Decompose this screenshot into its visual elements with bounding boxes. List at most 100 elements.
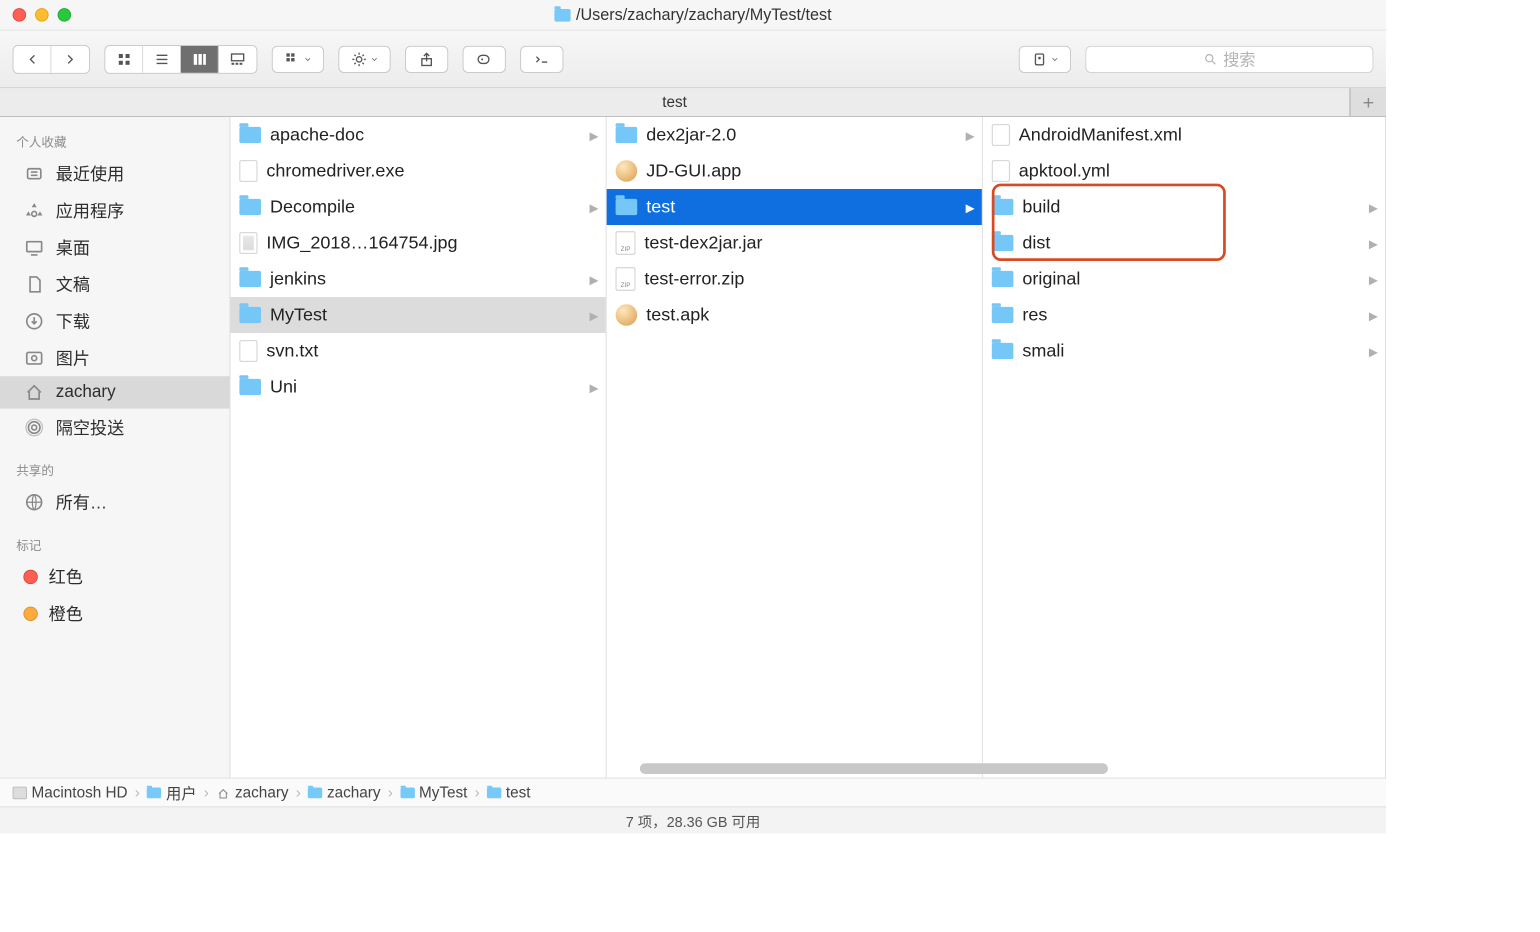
column-1[interactable]: apache-doc▸chromedriver.exeDecompile▸IMG…: [230, 117, 606, 778]
icon-view-button[interactable]: [105, 45, 143, 72]
file-row[interactable]: test.apk: [607, 297, 982, 333]
file-row[interactable]: build▸: [983, 189, 1385, 225]
sidebar-tags-header: 标记: [0, 529, 230, 558]
column-3[interactable]: AndroidManifest.xml apktool.yml build▸dist…: [983, 117, 1386, 778]
forward-button[interactable]: [51, 45, 89, 72]
sidebar-tag-red[interactable]: 红色: [0, 558, 230, 595]
file-name: jenkins: [270, 269, 326, 290]
chevron-right-icon: ▸: [589, 124, 598, 147]
file-name: AndroidManifest.xml: [1019, 125, 1182, 146]
hd-icon: [13, 786, 27, 799]
home-icon: [23, 383, 45, 401]
file-row[interactable]: MyTest▸: [230, 297, 605, 333]
action-button[interactable]: [338, 45, 390, 72]
path-segment[interactable]: zachary: [216, 783, 288, 801]
tab-test[interactable]: test: [0, 88, 1350, 116]
path-bar: Macintosh HD›用户›zachary›zachary›MyTest›t…: [0, 778, 1386, 807]
file-row[interactable]: dex2jar-2.0 ▸: [607, 117, 982, 153]
file-row[interactable]: JD-GUI.app: [607, 153, 982, 189]
window-title: /Users/zachary/zachary/MyTest/test: [0, 5, 1386, 24]
archive-icon: [616, 267, 636, 290]
file-row[interactable]: Uni▸: [230, 369, 605, 405]
sidebar-item-network[interactable]: 所有…: [0, 483, 230, 520]
folder-icon: [239, 271, 261, 287]
chevron-right-icon: ▸: [589, 304, 598, 327]
window-folder-icon: [554, 9, 570, 22]
list-view-button[interactable]: [143, 45, 181, 72]
file-row[interactable]: apktool.yml: [983, 153, 1385, 189]
gallery-view-button[interactable]: [219, 45, 257, 72]
file-name: test-dex2jar.jar: [644, 233, 762, 254]
file-name: res: [1022, 305, 1047, 326]
file-row[interactable]: original▸: [983, 261, 1385, 297]
file-name: smali: [1022, 341, 1064, 362]
path-segment[interactable]: Macintosh HD: [13, 783, 128, 801]
horizontal-scrollbar[interactable]: [460, 763, 1381, 774]
file-name: dex2jar-2.0: [646, 125, 736, 146]
back-button[interactable]: [14, 45, 52, 72]
arrange-button[interactable]: [272, 45, 324, 72]
path-separator-icon: ›: [296, 783, 301, 801]
sidebar-item-documents[interactable]: 文稿: [0, 266, 230, 303]
search-input[interactable]: 搜索: [1085, 45, 1373, 72]
file-name: original: [1022, 269, 1080, 290]
file-row[interactable]: smali▸: [983, 333, 1385, 369]
file-row[interactable]: apache-doc▸: [230, 117, 605, 153]
file-name: test.apk: [646, 305, 709, 326]
close-window-button[interactable]: [13, 8, 26, 21]
file-row[interactable]: chromedriver.exe: [230, 153, 605, 189]
sidebar-item-recents[interactable]: 最近使用: [0, 155, 230, 192]
file-row[interactable]: test▸: [607, 189, 982, 225]
file-row[interactable]: test-error.zip: [607, 261, 982, 297]
zoom-window-button[interactable]: [58, 8, 72, 21]
file-row[interactable]: Decompile▸: [230, 189, 605, 225]
minimize-window-button[interactable]: [35, 8, 49, 21]
sidebar-item-label: zachary: [56, 383, 116, 403]
sidebar-item-airdrop[interactable]: 隔空投送: [0, 409, 230, 446]
file-row[interactable]: test-dex2jar.jar: [607, 225, 982, 261]
file-row[interactable]: dist▸: [983, 225, 1385, 261]
column-view-button[interactable]: [181, 45, 219, 72]
column-2[interactable]: dex2jar-2.0 ▸ JD-GUI.apptest▸ test-dex2jar.…: [607, 117, 983, 778]
path-segment[interactable]: zachary: [308, 783, 380, 801]
sidebar-item-label: 文稿: [56, 272, 90, 296]
chevron-right-icon: ▸: [966, 124, 975, 147]
file-name: Decompile: [270, 197, 355, 218]
sidebar-item-home[interactable]: zachary: [0, 376, 230, 408]
file-row[interactable]: res▸: [983, 297, 1385, 333]
nav-buttons: [13, 45, 90, 74]
sidebar-favorites-header: 个人收藏: [0, 126, 230, 155]
file-row[interactable]: IMG_2018…164754.jpg: [230, 225, 605, 261]
tags-button[interactable]: [463, 45, 506, 72]
file-name: svn.txt: [266, 341, 318, 362]
path-label: 用户: [166, 781, 197, 804]
path-separator-icon: ›: [388, 783, 393, 801]
recents-icon: [23, 164, 45, 182]
tab-label: test: [662, 93, 687, 111]
file-icon: [992, 124, 1010, 146]
folder-icon: [239, 199, 261, 215]
path-segment[interactable]: test: [487, 783, 531, 801]
dropbox-button[interactable]: [1019, 45, 1071, 72]
file-row[interactable]: jenkins▸: [230, 261, 605, 297]
chevron-right-icon: ▸: [1369, 196, 1378, 219]
folder-icon: [992, 199, 1014, 215]
network-icon: [23, 493, 45, 511]
terminal-button[interactable]: [520, 45, 563, 72]
sidebar-item-pictures[interactable]: 图片: [0, 339, 230, 376]
file-name: apktool.yml: [1019, 161, 1110, 182]
path-label: MyTest: [419, 783, 467, 801]
path-segment[interactable]: MyTest: [400, 783, 467, 801]
sidebar-item-label: 桌面: [56, 235, 90, 259]
path-label: Macintosh HD: [32, 783, 128, 801]
sidebar-item-desktop[interactable]: 桌面: [0, 229, 230, 266]
path-segment[interactable]: 用户: [147, 781, 197, 804]
file-row[interactable]: svn.txt: [230, 333, 605, 369]
sidebar-item-downloads[interactable]: 下载: [0, 302, 230, 339]
new-tab-button[interactable]: +: [1350, 88, 1386, 116]
share-button[interactable]: [405, 45, 448, 72]
sidebar-item-apps[interactable]: 应用程序: [0, 192, 230, 229]
sidebar-tag-orange[interactable]: 橙色: [0, 595, 230, 632]
file-row[interactable]: AndroidManifest.xml: [983, 117, 1385, 153]
folder-icon: [992, 307, 1014, 323]
